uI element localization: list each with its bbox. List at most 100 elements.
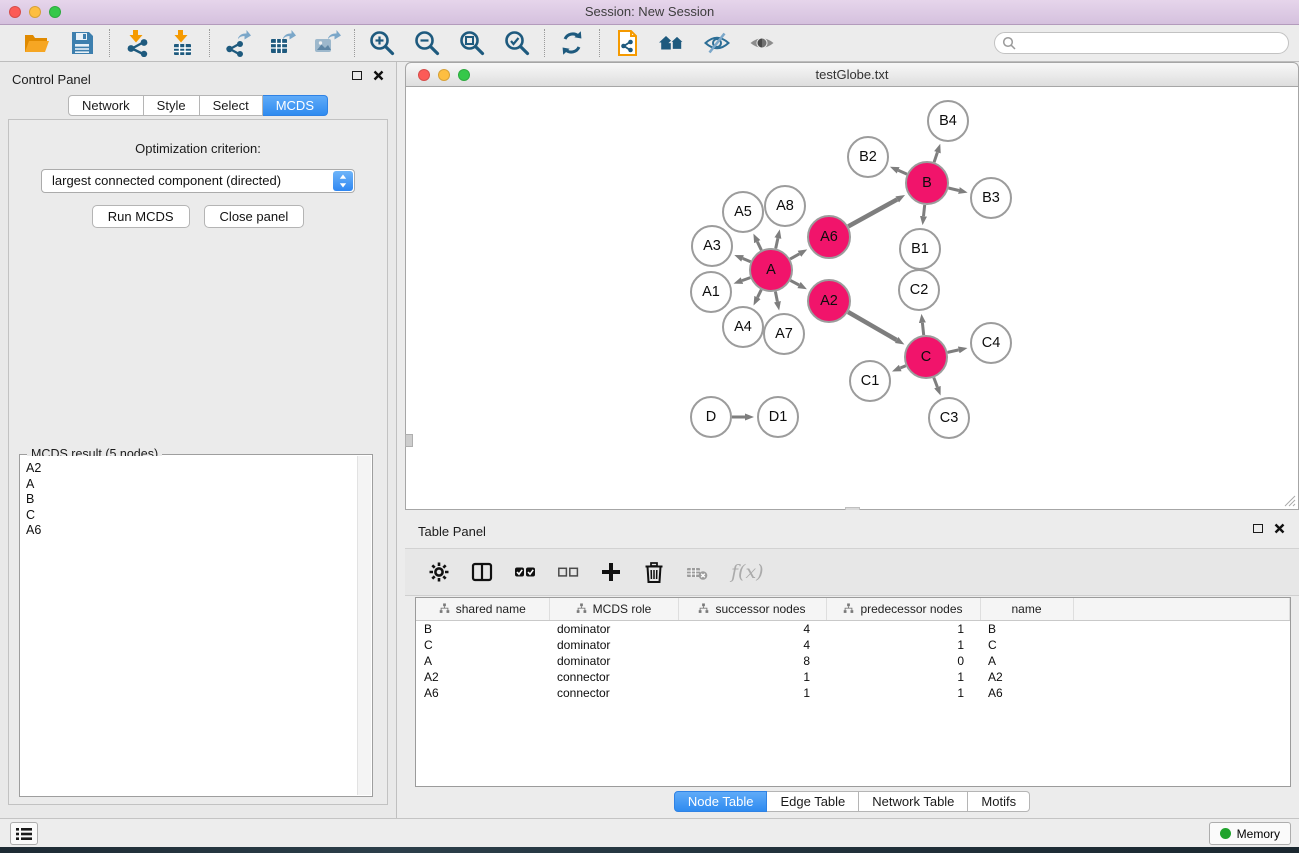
search-field[interactable] — [994, 32, 1289, 54]
birdseye-toggle-handle[interactable] — [405, 434, 413, 447]
table-row[interactable]: Adominator80A — [416, 653, 1290, 669]
toggle-panes-button[interactable] — [469, 559, 495, 585]
minimize-window-button[interactable] — [29, 6, 41, 18]
show-graphics-details-button[interactable] — [746, 27, 778, 59]
table-row[interactable]: A2connector11A2 — [416, 669, 1290, 685]
node-B[interactable]: B — [906, 162, 948, 204]
float-table-panel-icon[interactable] — [1253, 524, 1263, 533]
edge-C-C1[interactable] — [900, 366, 906, 368]
close-window-button[interactable] — [9, 6, 21, 18]
node-A8[interactable]: A8 — [765, 186, 805, 226]
table-settings-button[interactable] — [426, 559, 452, 585]
control-tab-select[interactable]: Select — [200, 95, 263, 116]
node-B1[interactable]: B1 — [900, 229, 940, 269]
table-row[interactable]: Bdominator41B — [416, 620, 1290, 637]
zoom-fit-button[interactable] — [456, 27, 488, 59]
table-tab-motifs[interactable]: Motifs — [968, 791, 1030, 812]
edge-A-A3[interactable] — [743, 258, 751, 261]
node-A1[interactable]: A1 — [691, 272, 731, 312]
control-tab-mcds[interactable]: MCDS — [263, 95, 328, 116]
first-neighbors-button[interactable] — [656, 27, 688, 59]
export-table-button[interactable] — [266, 27, 298, 59]
mcds-result-item[interactable]: B — [26, 492, 356, 508]
table-row[interactable]: Cdominator41C — [416, 637, 1290, 653]
column-header-MCDS-role[interactable]: MCDS role — [549, 598, 678, 620]
edge-C-C2[interactable] — [922, 323, 923, 335]
node-A6[interactable]: A6 — [808, 216, 850, 258]
edge-C-C3[interactable] — [934, 378, 938, 388]
network-window-titlebar[interactable]: testGlobe.txt — [405, 62, 1299, 87]
net-zoom-button[interactable] — [458, 69, 470, 81]
close-panel-icon[interactable] — [373, 70, 384, 81]
close-table-panel-icon[interactable] — [1274, 523, 1285, 534]
delete-columns-button[interactable] — [641, 559, 667, 585]
close-panel-button[interactable]: Close panel — [204, 205, 305, 228]
column-header-predecessor-nodes[interactable]: predecessor nodes — [826, 598, 980, 620]
select-all-checkboxes-button[interactable] — [512, 559, 538, 585]
node-A[interactable]: A — [750, 249, 792, 291]
add-column-button[interactable] — [598, 559, 624, 585]
node-B4[interactable]: B4 — [928, 101, 968, 141]
table-tab-node-table[interactable]: Node Table — [674, 791, 768, 812]
search-input[interactable] — [1021, 36, 1281, 50]
node-B2[interactable]: B2 — [848, 137, 888, 177]
node-A3[interactable]: A3 — [692, 226, 732, 266]
float-panel-icon[interactable] — [352, 71, 362, 80]
node-B3[interactable]: B3 — [971, 178, 1011, 218]
node-C3[interactable]: C3 — [929, 398, 969, 438]
function-builder-button[interactable]: f(x) — [731, 561, 764, 583]
edge-B-B4[interactable] — [934, 152, 937, 162]
edge-A-A8[interactable] — [776, 238, 778, 248]
run-mcds-button[interactable]: Run MCDS — [92, 205, 190, 228]
window-resize-grip[interactable] — [1282, 493, 1296, 507]
import-table-button[interactable] — [166, 27, 198, 59]
export-image-button[interactable] — [311, 27, 343, 59]
table-tab-edge-table[interactable]: Edge Table — [767, 791, 859, 812]
network-canvas[interactable]: AA1A2A3A4A5A6A7A8BB1B2B3B4CC1C2C3C4DD1 — [405, 87, 1299, 510]
net-minimize-button[interactable] — [438, 69, 450, 81]
control-tab-style[interactable]: Style — [144, 95, 200, 116]
column-header-shared-name[interactable]: shared name — [416, 598, 549, 620]
zoom-selected-button[interactable] — [501, 27, 533, 59]
node-A7[interactable]: A7 — [764, 314, 804, 354]
node-D1[interactable]: D1 — [758, 397, 798, 437]
edge-A2-C[interactable] — [848, 312, 897, 340]
criterion-dropdown[interactable]: largest connected component (directed) — [41, 169, 355, 193]
hide-selected-button[interactable] — [701, 27, 733, 59]
save-session-button[interactable] — [66, 27, 98, 59]
node-C2[interactable]: C2 — [899, 270, 939, 310]
edge-B-B1[interactable] — [924, 205, 925, 216]
memory-button[interactable]: Memory — [1209, 822, 1291, 845]
mcds-result-item[interactable]: A — [26, 477, 356, 493]
edge-A6-B[interactable] — [848, 199, 897, 226]
node-D[interactable]: D — [691, 397, 731, 437]
node-C4[interactable]: C4 — [971, 323, 1011, 363]
table-row[interactable]: A6connector11A6 — [416, 685, 1290, 701]
edge-B-B3[interactable] — [948, 188, 959, 191]
open-file-button[interactable] — [21, 27, 53, 59]
edge-A-A2[interactable] — [790, 280, 799, 285]
zoom-window-button[interactable] — [49, 6, 61, 18]
node-A5[interactable]: A5 — [723, 192, 763, 232]
column-header-name[interactable]: name — [980, 598, 1073, 620]
zoom-out-button[interactable] — [411, 27, 443, 59]
zoom-in-button[interactable] — [366, 27, 398, 59]
table-tab-network-table[interactable]: Network Table — [859, 791, 968, 812]
column-header-successor-nodes[interactable]: successor nodes — [678, 598, 826, 620]
node-A2[interactable]: A2 — [808, 280, 850, 322]
edge-A-A6[interactable] — [790, 254, 799, 259]
net-close-button[interactable] — [418, 69, 430, 81]
edge-B-B2[interactable] — [898, 170, 907, 174]
edge-A-A1[interactable] — [742, 278, 750, 281]
node-C[interactable]: C — [905, 336, 947, 378]
refresh-layout-button[interactable] — [556, 27, 588, 59]
import-network-button[interactable] — [121, 27, 153, 59]
result-scrollbar[interactable] — [357, 456, 371, 795]
new-network-from-selection-button[interactable] — [611, 27, 643, 59]
node-C1[interactable]: C1 — [850, 361, 890, 401]
show-panels-menu-button[interactable] — [10, 822, 38, 845]
export-network-button[interactable] — [221, 27, 253, 59]
network-graph[interactable]: AA1A2A3A4A5A6A7A8BB1B2B3B4CC1C2C3C4DD1 — [406, 87, 1298, 508]
mcds-result-item[interactable]: C — [26, 508, 356, 524]
deselect-all-checkboxes-button[interactable] — [555, 559, 581, 585]
